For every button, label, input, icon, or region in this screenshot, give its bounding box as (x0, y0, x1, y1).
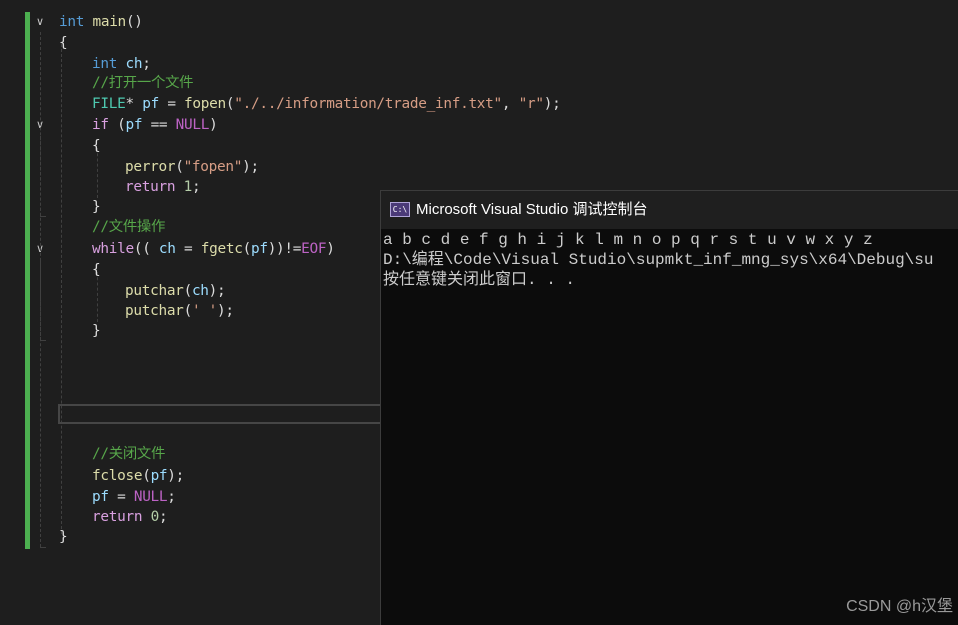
outline-guide-end (40, 216, 46, 217)
code-line-6: if (pf == NULL) (92, 117, 218, 133)
code-line-12: while(( ch = fgetc(pf))!=EOF) (92, 241, 335, 257)
code-line-14: putchar(ch); (125, 283, 226, 299)
code-line-1: int main() (59, 14, 143, 30)
code-line-21: } (59, 529, 68, 545)
outline-guide-while (40, 260, 41, 340)
console-app-icon: C:\ (390, 202, 410, 217)
code-line-15: putchar(' '); (125, 303, 234, 319)
code-line-7: { (92, 138, 101, 154)
code-line-19: pf = NULL; (92, 489, 176, 505)
code-line-9: return 1; (125, 179, 201, 195)
console-titlebar[interactable]: C:\ Microsoft Visual Studio 调试控制台 (381, 191, 958, 229)
outline-guide-end (40, 340, 46, 341)
code-line-11: //文件操作 (92, 219, 166, 235)
indent-guide (61, 44, 62, 534)
chevron-down-icon: ∨ (35, 15, 45, 28)
debug-console-window[interactable]: C:\ Microsoft Visual Studio 调试控制台 a b c … (380, 190, 958, 625)
code-line-13: { (92, 262, 101, 278)
outline-guide-end (40, 547, 46, 548)
watermark: CSDN @h汉堡 (846, 598, 953, 615)
code-line-2: { (59, 35, 68, 51)
console-title: Microsoft Visual Studio 调试控制台 (416, 201, 648, 218)
fold-toggle-main[interactable]: ∨ (33, 15, 47, 29)
code-line-10: } (92, 199, 101, 215)
console-output-line-2: D:\编程\Code\Visual Studio\supmkt_inf_mng_… (383, 251, 934, 269)
code-line-5: FILE* pf = fopen("./../information/trade… (92, 96, 561, 112)
console-output-line-1: a b c d e f g h i j k l m n o p q r s t … (383, 231, 873, 249)
code-line-8: perror("fopen"); (125, 159, 259, 175)
change-indicator-bar (25, 12, 30, 549)
code-line-20: return 0; (92, 509, 168, 525)
code-line-16: } (92, 323, 101, 339)
outline-guide-if (40, 136, 41, 216)
console-output-line-3: 按任意键关闭此窗口. . . (383, 271, 576, 289)
code-line-18: fclose(pf); (92, 468, 185, 484)
code-line-4: //打开一个文件 (92, 75, 194, 91)
code-line-3: int ch; (92, 56, 151, 72)
current-line-highlight (58, 404, 388, 424)
code-line-17: //关闭文件 (92, 446, 166, 462)
